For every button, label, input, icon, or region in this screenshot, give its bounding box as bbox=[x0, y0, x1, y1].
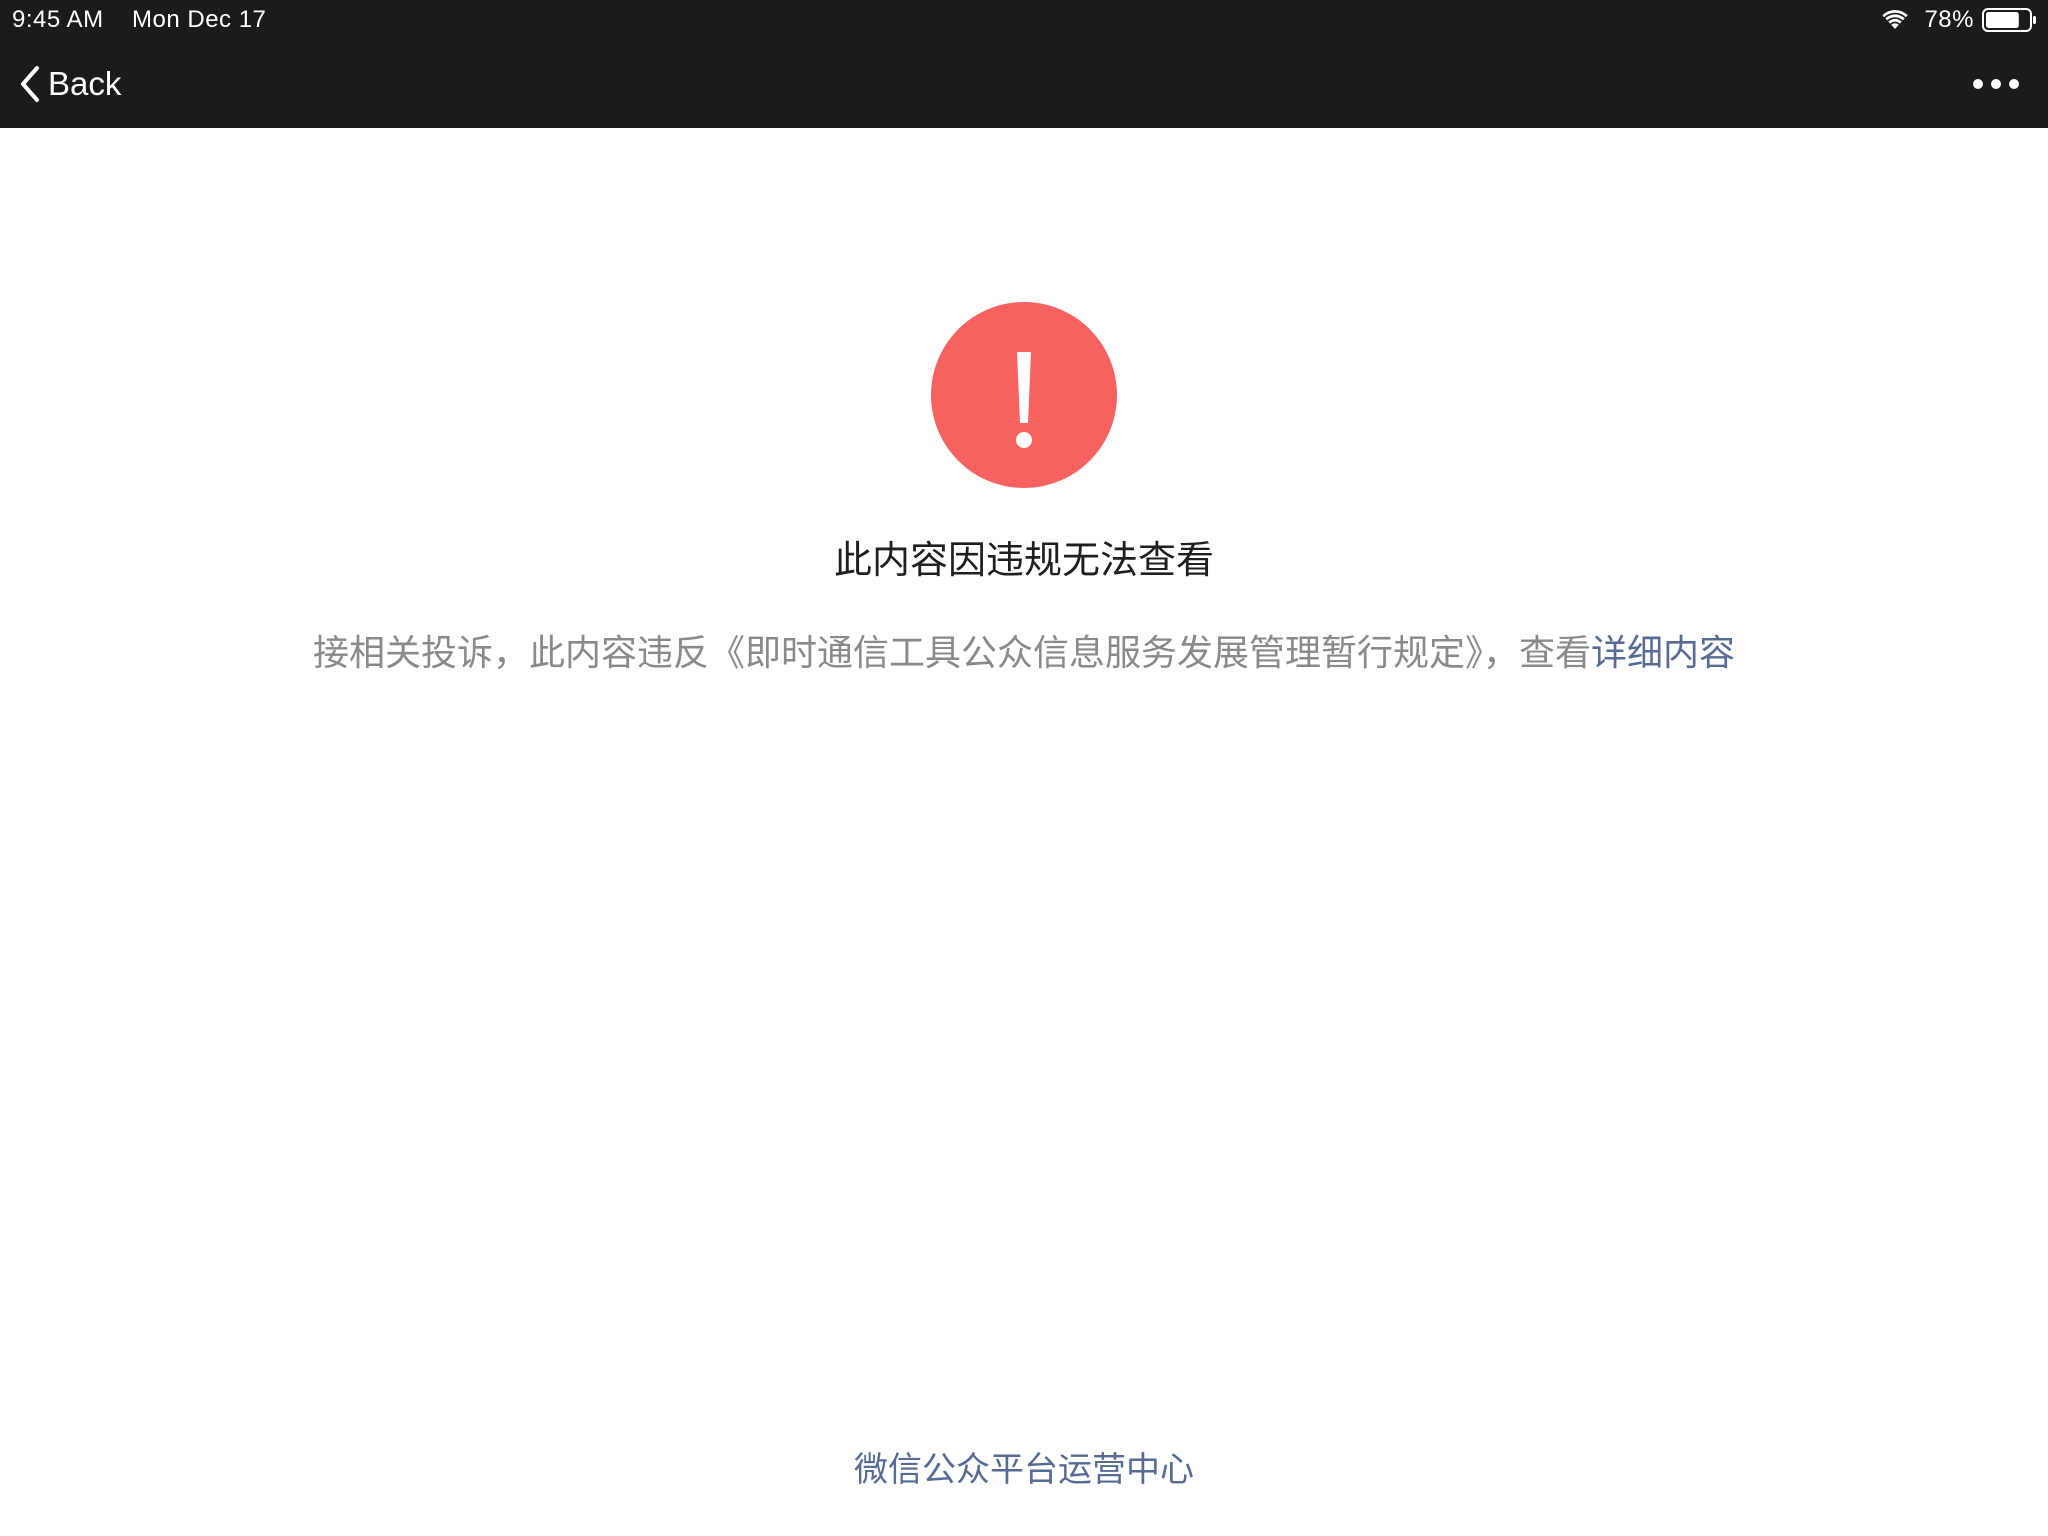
status-date: Mon Dec 17 bbox=[132, 6, 267, 33]
exclamation-circle-icon bbox=[931, 302, 1117, 488]
wifi-icon bbox=[1882, 9, 1909, 29]
violation-description: 接相关投诉，此内容违反《即时通信工具公众信息服务发展管理暂行规定》，查看详细内容 bbox=[0, 624, 2048, 684]
status-indicators: 78% bbox=[1880, 5, 2038, 35]
back-button[interactable]: Back bbox=[18, 60, 121, 108]
back-label: Back bbox=[48, 65, 122, 102]
battery-icon bbox=[1982, 8, 2036, 32]
chevron-left-icon bbox=[21, 66, 39, 102]
more-horizontal-icon bbox=[1973, 79, 2019, 89]
footer-operator-link[interactable]: 微信公众平台运营中心 bbox=[0, 1442, 2048, 1498]
navigation-bar: Back bbox=[0, 40, 2048, 128]
status-time: 9:45 AM bbox=[12, 6, 104, 33]
more-button[interactable] bbox=[1968, 64, 2024, 104]
screen: 9:45 AM Mon Dec 17 78% Back 此内容因违规无法查看 接… bbox=[0, 0, 2048, 1536]
battery-percent: 78% bbox=[1924, 6, 1974, 33]
status-bar: 9:45 AM Mon Dec 17 78% bbox=[0, 0, 2048, 40]
description-text: 接相关投诉，此内容违反《即时通信工具公众信息服务发展管理暂行规定》，查看 bbox=[312, 633, 1591, 674]
violation-title: 此内容因违规无法查看 bbox=[833, 538, 1214, 582]
detail-link[interactable]: 详细内容 bbox=[1591, 633, 1735, 674]
